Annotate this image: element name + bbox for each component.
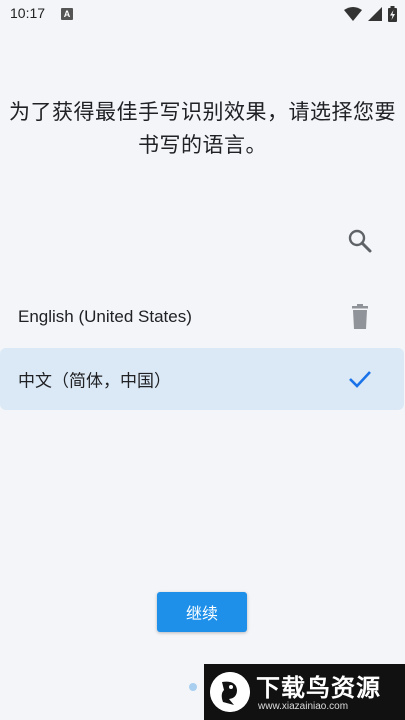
search-icon (348, 229, 372, 253)
watermark-title: 下载鸟资源 (256, 674, 381, 702)
language-label: English (United States) (18, 307, 192, 326)
status-time: 10:17 (10, 5, 46, 21)
search-button[interactable] (345, 226, 375, 256)
delete-language-button[interactable] (347, 303, 373, 331)
trash-icon (352, 304, 368, 329)
page-dot-active (189, 683, 197, 691)
language-item-chinese[interactable]: 中文（简体，中国） (0, 348, 404, 410)
status-icons (344, 4, 397, 24)
instruction-line-2: 书写的语言。 (138, 133, 267, 157)
cellular-signal-icon (368, 7, 382, 21)
battery-charging-icon (388, 6, 397, 22)
checkmark-icon (349, 371, 371, 388)
watermark-url: www.xiazainiao.com (258, 701, 349, 712)
bird-logo-icon (210, 672, 250, 712)
instruction-line-1: 为了获得最佳手写识别效果，请选择您要 (9, 100, 396, 124)
language-item-english[interactable]: English (United States) (0, 286, 405, 348)
wifi-icon (344, 7, 362, 21)
language-label: 中文（简体，中国） (18, 371, 171, 391)
instruction-text: 为了获得最佳手写识别效果，请选择您要 书写的语言。 (0, 96, 405, 162)
status-bar: 10:17 A (0, 0, 405, 28)
notification-a-icon: A (61, 8, 73, 20)
continue-button[interactable]: 继续 (157, 592, 247, 632)
watermark-banner: 下载鸟资源 www.xiazainiao.com (204, 664, 405, 720)
